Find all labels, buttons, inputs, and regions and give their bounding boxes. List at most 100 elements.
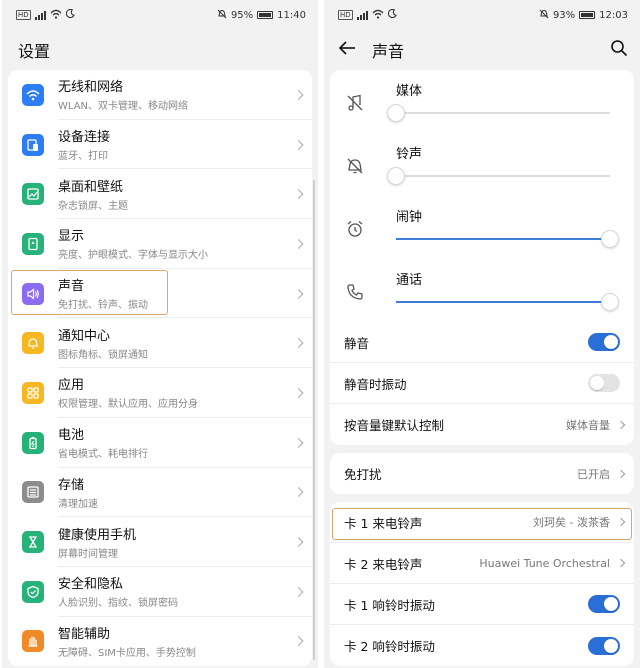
settings-item[interactable]: 应用 权限管理、默认应用、应用分身 [8, 368, 312, 418]
wifi-status-icon [372, 9, 384, 22]
settings-item-subtitle: 省电模式、耗电排行 [58, 449, 148, 461]
hourglass-icon [22, 531, 44, 554]
volume-label: 通话 [396, 273, 423, 288]
volume-knob[interactable] [387, 104, 405, 122]
device-connection-icon [22, 133, 44, 156]
volume-label: 铃声 [396, 147, 423, 162]
setting-row[interactable]: 免打扰 已开启 [330, 453, 634, 494]
volume-fill [396, 238, 610, 240]
sound-settings-card: 媒体铃声闹钟通话 静音静音时振动按音量键默认控制 媒体音量 [330, 70, 634, 445]
setting-label: 免打扰 [344, 467, 382, 482]
volume-knob[interactable] [387, 167, 405, 185]
phone-icon [344, 281, 366, 303]
volume-knob[interactable] [601, 230, 619, 248]
setting-row[interactable]: 卡 1 响铃时振动 [330, 584, 634, 625]
battery-percent: 93% [552, 9, 576, 21]
volume-label: 闹钟 [396, 210, 423, 225]
setting-label: 静音 [344, 335, 370, 351]
settings-item-subtitle: 清理加速 [58, 498, 98, 510]
setting-value: 刘珂矣 - 泼茶香 [533, 516, 610, 529]
volume-knob[interactable] [601, 293, 619, 311]
settings-screen: HD 95% 11:40 设置 无线和网络 WLAN、双卡管理、移动网络 设备连接蓝… [2, 0, 318, 668]
volume-track[interactable] [396, 293, 619, 311]
sound-icon [22, 282, 44, 305]
setting-row[interactable]: 静音时振动 [330, 363, 634, 404]
settings-item[interactable]: 桌面和壁纸 杂志锁屏、主题 [8, 169, 312, 220]
hd-icon: HD [338, 10, 353, 20]
settings-item-subtitle: 杂志锁屏、主题 [58, 200, 128, 212]
mute-bell-icon [217, 9, 227, 22]
toggle-switch[interactable] [588, 595, 620, 613]
settings-item-subtitle: 屏幕时间管理 [58, 548, 118, 560]
alarm-icon [344, 218, 366, 240]
setting-label: 卡 1 来电铃声 [344, 515, 423, 531]
setting-label: 卡 2 响铃时振动 [344, 639, 435, 654]
back-arrow-icon[interactable] [338, 40, 356, 60]
volume-track[interactable] [396, 230, 619, 248]
settings-item[interactable]: 智能辅助无障碍、SIM卡应用、手势控制 [8, 617, 312, 667]
notification-icon [22, 332, 44, 355]
settings-item-label: 显示 [58, 229, 85, 245]
settings-item-subtitle: 无障碍、SIM卡应用、手势控制 [58, 648, 196, 660]
settings-item[interactable]: 声音 免打扰、铃声、振动 [8, 269, 312, 319]
scrollbar[interactable] [313, 180, 315, 660]
setting-row[interactable]: 卡 2 响铃时振动 [330, 625, 634, 666]
signal-icon [34, 10, 46, 20]
header: 声音 [324, 30, 640, 70]
apps-icon [22, 381, 44, 404]
shield-icon [22, 580, 44, 603]
volume-fill [396, 301, 610, 303]
settings-item[interactable]: 电池省电模式、耗电排行 [8, 418, 312, 468]
media-muted-icon [344, 92, 366, 114]
setting-value: 已开启 [577, 467, 610, 481]
battery-percent: 95% [230, 9, 254, 21]
settings-item[interactable]: 无线和网络 WLAN、双卡管理、移动网络 [8, 70, 312, 120]
clock: 11:40 [277, 9, 306, 21]
moon-icon [65, 8, 75, 21]
setting-row[interactable]: 卡 1 来电铃声 刘珂矣 - 泼茶香 [330, 502, 634, 543]
settings-item-label: 无线和网络 [58, 80, 124, 96]
search-icon[interactable] [610, 39, 628, 61]
settings-item-subtitle: 亮度、护眼模式、字体与显示大小 [58, 250, 208, 262]
settings-item[interactable]: 存储 清理加速 [8, 468, 312, 518]
storage-icon [22, 481, 44, 504]
settings-item[interactable]: 安全和隐私 人脸识别、指纹、锁屏密码 [8, 567, 312, 617]
display-icon [22, 232, 44, 255]
mute-settings: 静音静音时振动按音量键默认控制 媒体音量 [330, 322, 634, 445]
settings-item[interactable]: 健康使用手机屏幕时间管理 [8, 517, 312, 567]
setting-value: 媒体音量 [566, 418, 610, 432]
settings-item-label: 存储 [58, 477, 85, 493]
settings-item-subtitle: 图标角标、锁屏通知 [58, 349, 148, 361]
toggle-switch[interactable] [588, 374, 620, 392]
settings-item-label: 智能辅助 [58, 627, 111, 643]
toggle-switch[interactable] [588, 333, 620, 351]
settings-item[interactable]: 显示亮度、护眼模式、字体与显示大小 [8, 219, 312, 269]
volume-sliders: 媒体 铃声 闹钟 通话 [330, 70, 634, 322]
battery-status-icon [257, 11, 274, 19]
screenshot-composite: HD 95% 11:40 设置 无线和网络 WLAN、双卡管理、移动网络 设备连接蓝… [0, 0, 640, 668]
settings-item[interactable]: 设备连接 蓝牙、打印 [8, 120, 312, 170]
setting-row[interactable]: 静音 [330, 322, 634, 363]
volume-track[interactable] [387, 167, 610, 185]
volume-track[interactable] [387, 104, 610, 122]
ringtone-settings: 卡 1 来电铃声 刘珂矣 - 泼茶香卡 2 来电铃声 Huawei Tune Orc… [330, 502, 634, 666]
settings-item[interactable]: 通知中心 图标角标、锁屏通知 [8, 318, 312, 369]
setting-label: 卡 1 响铃时振动 [344, 597, 435, 613]
hd-icon: HD [16, 10, 31, 20]
ring-muted-icon [344, 155, 366, 177]
signal-icon [356, 10, 368, 20]
volume-label: 媒体 [396, 84, 423, 99]
setting-label: 静音时振动 [344, 376, 407, 392]
settings-item-label: 电池 [58, 428, 85, 444]
settings-item-label: 健康使用手机 [58, 527, 137, 543]
battery-icon [22, 431, 44, 454]
setting-row[interactable]: 卡 2 来电铃声 Huawei Tune Orchestral [330, 543, 634, 584]
dnd-settings: 免打扰 已开启 [330, 453, 634, 494]
settings-item-subtitle: 免打扰、铃声、振动 [58, 300, 148, 312]
chevron-right-icon [616, 420, 626, 429]
status-bar: HD 93% 12:03 [324, 0, 640, 30]
toggle-switch[interactable] [588, 636, 620, 655]
setting-row[interactable]: 按音量键默认控制 媒体音量 [330, 404, 634, 445]
clock: 12:03 [599, 9, 628, 21]
sound-screen: HD 93% 12:03 声音 媒体 铃声 闹钟 通话 静音 静音时振动 按音量… [324, 0, 640, 668]
